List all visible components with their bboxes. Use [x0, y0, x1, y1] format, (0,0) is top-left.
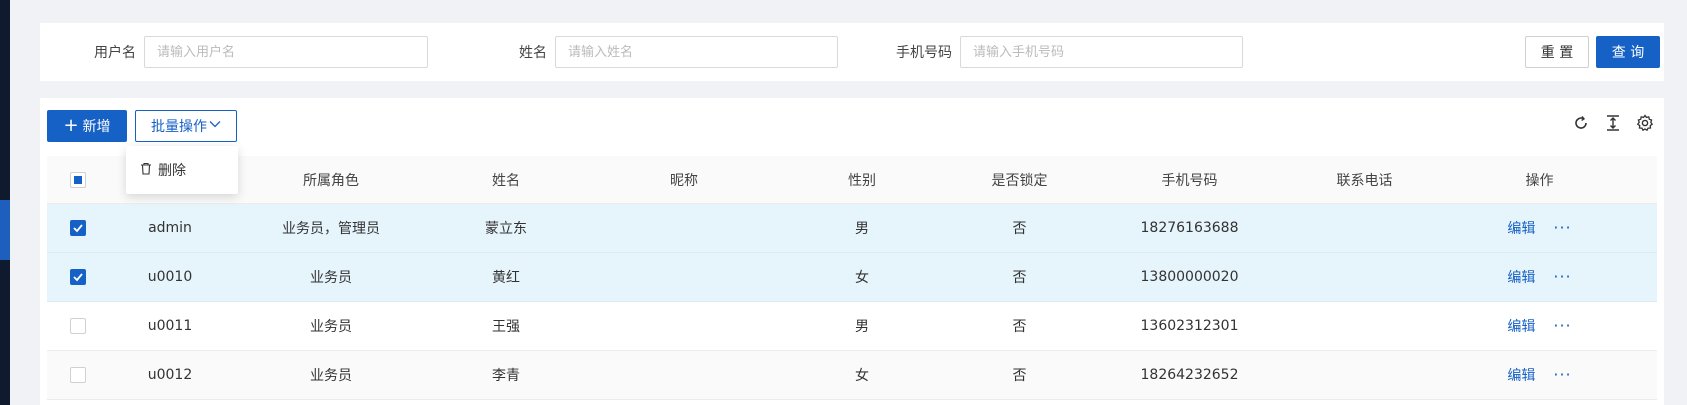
row-checkbox[interactable]	[70, 269, 86, 285]
cell-gender: 男	[855, 221, 869, 237]
column-height-icon[interactable]	[1604, 114, 1622, 132]
settings-icon[interactable]	[1636, 114, 1654, 132]
phone-field-group: 手机号码	[896, 36, 1243, 68]
edit-link[interactable]: 编辑	[1507, 218, 1535, 238]
username-field-group: 用户名	[94, 36, 428, 68]
row-checkbox[interactable]	[70, 318, 86, 334]
table-row[interactable]: u0011 业务员 王强 男 否 13602312301 编辑 ···	[47, 302, 1657, 351]
user-table: 所属角色 姓名 昵称 性别 是否锁定 手机号码 联系电话 操作 admin 业务…	[47, 156, 1657, 400]
cell-role: 业务员	[310, 319, 352, 335]
chevron-down-icon	[209, 118, 221, 134]
header-role: 所属角色	[303, 172, 359, 189]
batch-operations-label: 批量操作	[151, 119, 207, 135]
search-panel: 用户名 姓名 手机号码 重 置 查 询	[40, 23, 1664, 81]
header-tel: 联系电话	[1336, 172, 1393, 189]
cell-username: u0011	[147, 318, 193, 334]
cell-username: u0010	[147, 269, 193, 285]
cell-locked: 否	[1012, 319, 1027, 335]
refresh-icon[interactable]	[1572, 114, 1590, 132]
user-table-card: + 新增 批量操作 所属角色 姓名 昵称 性别 是否锁定 手机号码 联系电话 操…	[40, 98, 1664, 405]
cell-gender: 女	[855, 368, 869, 384]
header-gender: 性别	[848, 172, 876, 189]
header-name: 姓名	[492, 172, 520, 189]
cell-role: 业务员	[310, 368, 352, 384]
cell-actions: 编辑 ···	[1452, 316, 1627, 336]
phone-input[interactable]	[960, 36, 1243, 68]
cell-name: 黄红	[492, 270, 520, 286]
cell-actions: 编辑 ···	[1452, 267, 1627, 287]
delete-menu-item[interactable]: 删除	[158, 160, 186, 180]
row-checkbox[interactable]	[70, 367, 86, 383]
cell-username: u0012	[147, 367, 193, 383]
plus-icon: +	[63, 115, 79, 136]
table-row[interactable]: admin 业务员，管理员 蒙立东 男 否 18276163688 编辑 ···	[47, 204, 1657, 253]
select-all-cell	[47, 171, 109, 188]
cell-locked: 否	[1012, 221, 1027, 237]
batch-operations-button[interactable]: 批量操作	[135, 110, 237, 142]
cell-role: 业务员，管理员	[282, 221, 380, 237]
cell-phone: 18264232652	[1140, 367, 1239, 383]
row-check-cell	[47, 367, 109, 383]
name-field-group: 姓名	[519, 36, 838, 68]
select-all-checkbox[interactable]	[70, 171, 86, 188]
header-actions: 操作	[1525, 172, 1554, 189]
add-button[interactable]: + 新增	[47, 110, 127, 142]
header-locked: 是否锁定	[991, 172, 1048, 189]
cell-phone: 18276163688	[1140, 220, 1239, 236]
cell-gender: 女	[855, 270, 869, 286]
row-check-cell	[47, 318, 109, 334]
edit-link[interactable]: 编辑	[1507, 316, 1535, 336]
sidebar-edge	[0, 0, 10, 405]
edit-link[interactable]: 编辑	[1507, 365, 1535, 385]
cell-actions: 编辑 ···	[1452, 365, 1627, 385]
cell-name: 蒙立东	[485, 221, 527, 237]
cell-phone: 13602312301	[1140, 318, 1239, 334]
cell-username: admin	[148, 220, 192, 236]
header-phone: 手机号码	[1161, 172, 1218, 189]
add-button-label: 新增	[82, 119, 111, 135]
table-row[interactable]: u0012 业务员 李青 女 否 18264232652 编辑 ···	[47, 351, 1657, 400]
table-toolbar-icons	[1572, 114, 1654, 132]
cell-name: 李青	[492, 368, 520, 384]
cell-name: 王强	[492, 319, 520, 335]
name-input[interactable]	[555, 36, 838, 68]
table-row[interactable]: u0010 业务员 黄红 女 否 13800000020 编辑 ···	[47, 253, 1657, 302]
more-actions-icon[interactable]: ···	[1553, 269, 1571, 285]
row-checkbox[interactable]	[70, 220, 86, 236]
phone-label: 手机号码	[896, 45, 952, 61]
cell-gender: 男	[855, 319, 869, 335]
cell-locked: 否	[1012, 270, 1027, 286]
more-actions-icon[interactable]: ···	[1553, 220, 1571, 236]
query-button[interactable]: 查 询	[1596, 36, 1660, 68]
batch-operations-dropdown: 删除	[126, 146, 238, 194]
row-check-cell	[47, 220, 109, 236]
cell-actions: 编辑 ···	[1452, 218, 1627, 238]
table-header-row: 所属角色 姓名 昵称 性别 是否锁定 手机号码 联系电话 操作	[47, 156, 1657, 204]
more-actions-icon[interactable]: ···	[1553, 367, 1571, 383]
cell-locked: 否	[1012, 368, 1027, 384]
cell-role: 业务员	[310, 270, 352, 286]
more-actions-icon[interactable]: ···	[1553, 318, 1571, 334]
row-check-cell	[47, 269, 109, 285]
edit-link[interactable]: 编辑	[1507, 267, 1535, 287]
username-label: 用户名	[94, 45, 136, 61]
header-nickname: 昵称	[670, 172, 698, 189]
reset-button[interactable]: 重 置	[1525, 36, 1589, 68]
trash-icon	[140, 162, 152, 179]
sidebar-active-indicator	[0, 200, 10, 260]
cell-phone: 13800000020	[1140, 269, 1239, 285]
username-input[interactable]	[144, 36, 428, 68]
name-label: 姓名	[519, 45, 547, 61]
